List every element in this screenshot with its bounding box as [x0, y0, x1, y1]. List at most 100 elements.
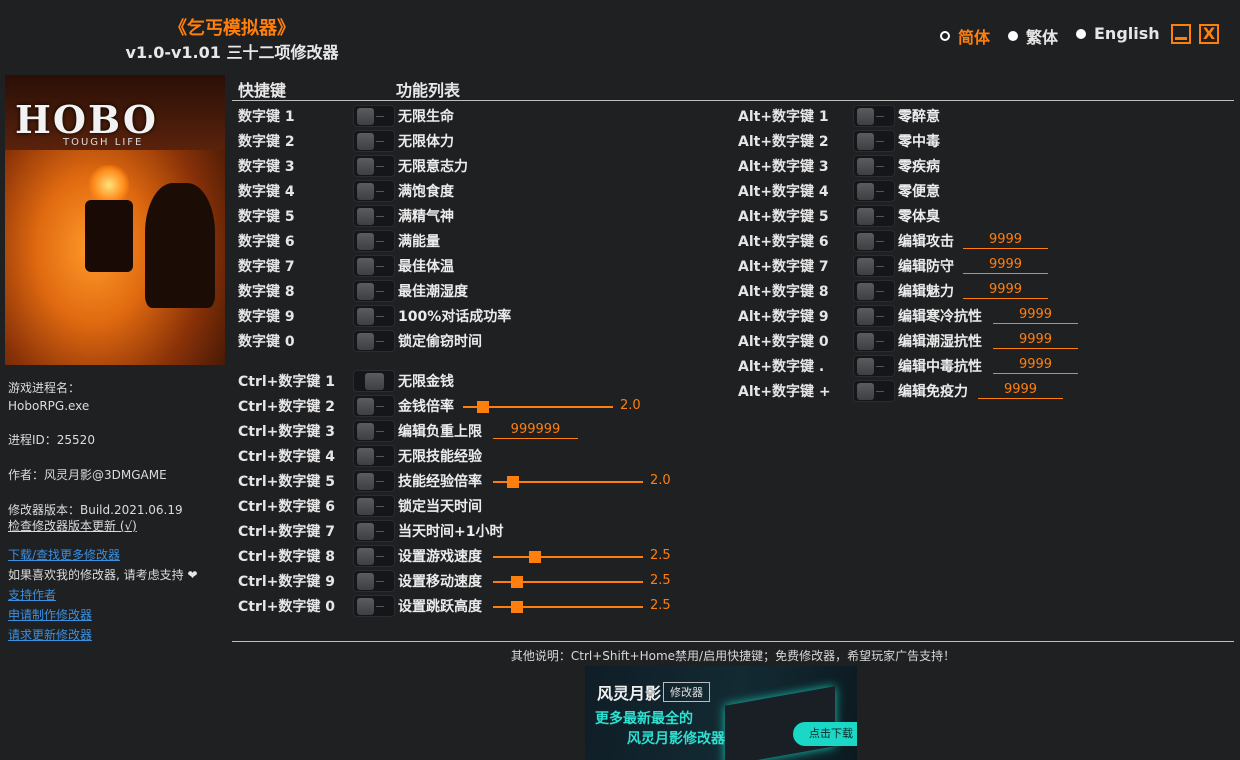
process-name: HoboRPG.exe — [8, 399, 90, 413]
value-input[interactable]: 9999 — [993, 332, 1078, 349]
support-author-link[interactable]: 支持作者 — [8, 585, 56, 605]
slider-thumb[interactable] — [511, 576, 523, 588]
toggle-switch[interactable] — [853, 280, 895, 302]
toggle-switch[interactable] — [353, 470, 395, 492]
function-name: 设置游戏速度 — [398, 549, 482, 565]
toggle-track-mark — [876, 391, 884, 392]
slider-thumb[interactable] — [511, 601, 523, 613]
value-input[interactable]: 9999 — [963, 257, 1048, 274]
ad-banner[interactable]: 风灵月影 修改器 更多最新最全的 风灵月影修改器 点击下载 — [585, 666, 857, 760]
hotkey-label: 数字键 2 — [238, 134, 295, 150]
value-input[interactable]: 9999 — [978, 382, 1063, 399]
toggle-track-mark — [376, 266, 384, 267]
toggle-knob — [357, 523, 374, 540]
download-more-link[interactable]: 下载/查找更多修改器 — [8, 545, 120, 565]
toggle-switch[interactable] — [353, 595, 395, 617]
activate-button[interactable] — [353, 370, 395, 392]
toggle-switch[interactable] — [853, 205, 895, 227]
toggle-switch[interactable] — [853, 155, 895, 177]
lang-english[interactable]: English — [1076, 24, 1160, 43]
toggle-switch[interactable] — [353, 180, 395, 202]
request-make-link[interactable]: 申请制作修改器 — [8, 605, 92, 625]
function-name: 零体臭 — [898, 209, 940, 225]
ad-download-button[interactable]: 点击下载 — [793, 722, 857, 746]
value-input[interactable]: 9999 — [993, 357, 1078, 374]
toggle-switch[interactable] — [353, 520, 395, 542]
ad-line-1: 更多最新最全的 — [595, 711, 693, 727]
toggle-track-mark — [376, 431, 384, 432]
value-input[interactable]: 9999 — [963, 282, 1048, 299]
hotkey-label: 数字键 4 — [238, 184, 295, 200]
toggle-switch[interactable] — [853, 330, 895, 352]
toggle-switch[interactable] — [353, 205, 395, 227]
toggle-track-mark — [376, 606, 384, 607]
function-name: 满饱食度 — [398, 184, 454, 200]
toggle-track-mark — [876, 316, 884, 317]
function-name: 设置移动速度 — [398, 574, 482, 590]
toggle-switch[interactable] — [353, 255, 395, 277]
toggle-switch[interactable] — [353, 130, 395, 152]
toggle-switch[interactable] — [353, 420, 395, 442]
lang-traditional[interactable]: 繁体 — [1008, 24, 1058, 48]
minimize-button[interactable] — [1171, 24, 1191, 44]
toggle-switch[interactable] — [353, 105, 395, 127]
request-update-link[interactable]: 请求更新修改器 — [8, 625, 92, 645]
value-slider[interactable] — [493, 476, 643, 488]
toggle-switch[interactable] — [853, 305, 895, 327]
value-slider[interactable] — [463, 401, 613, 413]
toggle-track-mark — [876, 116, 884, 117]
toggle-switch[interactable] — [853, 380, 895, 402]
author: 作者：风灵月影@3DMGAME — [8, 468, 167, 482]
toggle-track-mark — [876, 291, 884, 292]
toggle-knob — [357, 398, 374, 415]
toggle-knob — [357, 158, 374, 175]
process-label: 游戏进程名： — [8, 381, 81, 395]
toggle-knob — [357, 333, 374, 350]
lang-simplified[interactable]: 简体 — [940, 24, 990, 48]
hotkey-label: Alt+数字键 7 — [738, 259, 829, 275]
function-name: 零醉意 — [898, 109, 940, 125]
toggle-track-mark — [376, 531, 384, 532]
toggle-switch[interactable] — [353, 280, 395, 302]
ad-tag: 修改器 — [663, 682, 710, 702]
toggle-switch[interactable] — [853, 130, 895, 152]
check-update-link[interactable]: 检查修改器版本更新 (√) — [8, 516, 137, 536]
toggle-knob — [857, 208, 874, 225]
function-name: 当天时间+1小时 — [398, 524, 504, 540]
slider-thumb[interactable] — [529, 551, 541, 563]
toggle-switch[interactable] — [353, 570, 395, 592]
hotkey-label: Ctrl+数字键 3 — [238, 424, 336, 440]
toggle-switch[interactable] — [353, 495, 395, 517]
toggle-switch[interactable] — [353, 230, 395, 252]
toggle-switch[interactable] — [353, 445, 395, 467]
hotkey-label: Alt+数字键 5 — [738, 209, 829, 225]
toggle-switch[interactable] — [853, 105, 895, 127]
slider-value: 2.5 — [650, 598, 671, 613]
value-input[interactable]: 9999 — [993, 307, 1078, 324]
value-slider[interactable] — [493, 601, 643, 613]
close-button[interactable]: X — [1199, 24, 1219, 44]
slider-thumb[interactable] — [507, 476, 519, 488]
function-name: 零疾病 — [898, 159, 940, 175]
toggle-switch[interactable] — [353, 305, 395, 327]
hotkey-label: Ctrl+数字键 8 — [238, 549, 336, 565]
toggle-switch[interactable] — [853, 255, 895, 277]
toggle-switch[interactable] — [853, 180, 895, 202]
value-input[interactable]: 999999 — [493, 422, 578, 439]
toggle-switch[interactable] — [853, 355, 895, 377]
value-slider[interactable] — [493, 551, 643, 563]
toggle-knob — [857, 258, 874, 275]
function-name: 无限金钱 — [398, 374, 454, 390]
toggle-switch[interactable] — [353, 395, 395, 417]
value-slider[interactable] — [493, 576, 643, 588]
toggle-switch[interactable] — [353, 330, 395, 352]
toggle-switch[interactable] — [353, 155, 395, 177]
value-input[interactable]: 9999 — [963, 232, 1048, 249]
toggle-track-mark — [376, 406, 384, 407]
toggle-switch[interactable] — [853, 230, 895, 252]
toggle-track-mark — [376, 191, 384, 192]
function-name: 零中毒 — [898, 134, 940, 150]
toggle-switch[interactable] — [353, 545, 395, 567]
toggle-knob — [357, 108, 374, 125]
slider-thumb[interactable] — [477, 401, 489, 413]
